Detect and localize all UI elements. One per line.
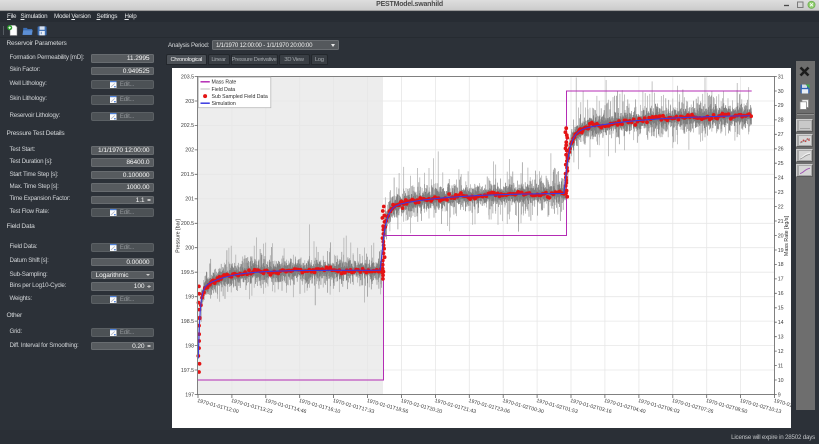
svg-text:22: 22 (778, 204, 784, 210)
svg-text:197.5: 197.5 (181, 368, 194, 374)
svg-text:18: 18 (778, 262, 784, 268)
svg-text:30: 30 (778, 89, 784, 95)
svg-text:199: 199 (185, 295, 194, 301)
svg-text:17: 17 (778, 277, 784, 283)
svg-text:9: 9 (778, 392, 781, 398)
svg-text:202.5: 202.5 (181, 123, 194, 129)
svg-text:201.5: 201.5 (181, 172, 194, 178)
svg-text:Simulation: Simulation (212, 101, 236, 107)
svg-text:Field Data: Field Data (212, 87, 236, 93)
svg-text:203.5: 203.5 (181, 74, 194, 80)
svg-text:23: 23 (778, 190, 784, 196)
svg-text:201: 201 (185, 197, 194, 203)
svg-text:14: 14 (778, 320, 784, 326)
svg-text:31: 31 (778, 74, 784, 80)
svg-text:Mass Rate [kg/s]: Mass Rate [kg/s] (784, 215, 790, 256)
svg-text:Pressure [bar]: Pressure [bar] (176, 219, 182, 253)
svg-text:16: 16 (778, 291, 784, 297)
svg-text:10: 10 (778, 378, 784, 384)
svg-text:197: 197 (185, 392, 194, 398)
svg-text:203: 203 (185, 99, 194, 105)
svg-text:25: 25 (778, 161, 784, 167)
svg-text:200.5: 200.5 (181, 221, 194, 227)
svg-text:202: 202 (185, 148, 194, 154)
svg-text:12: 12 (778, 349, 784, 355)
svg-text:199.5: 199.5 (181, 270, 194, 276)
svg-text:19: 19 (778, 248, 784, 254)
svg-text:26: 26 (778, 147, 784, 153)
svg-text:200: 200 (185, 246, 194, 252)
svg-text:13: 13 (778, 335, 784, 341)
svg-text:20: 20 (778, 233, 784, 239)
svg-text:11: 11 (778, 363, 784, 369)
svg-text:15: 15 (778, 306, 784, 312)
svg-text:Mass Rate: Mass Rate (212, 80, 237, 86)
svg-text:198: 198 (185, 343, 194, 349)
svg-text:24: 24 (778, 176, 784, 182)
svg-text:198.5: 198.5 (181, 319, 194, 325)
svg-text:29: 29 (778, 103, 784, 109)
svg-text:27: 27 (778, 132, 784, 138)
svg-text:Sub Sampled Field Data: Sub Sampled Field Data (212, 94, 268, 100)
svg-text:21: 21 (778, 219, 784, 225)
svg-text:28: 28 (778, 118, 784, 124)
